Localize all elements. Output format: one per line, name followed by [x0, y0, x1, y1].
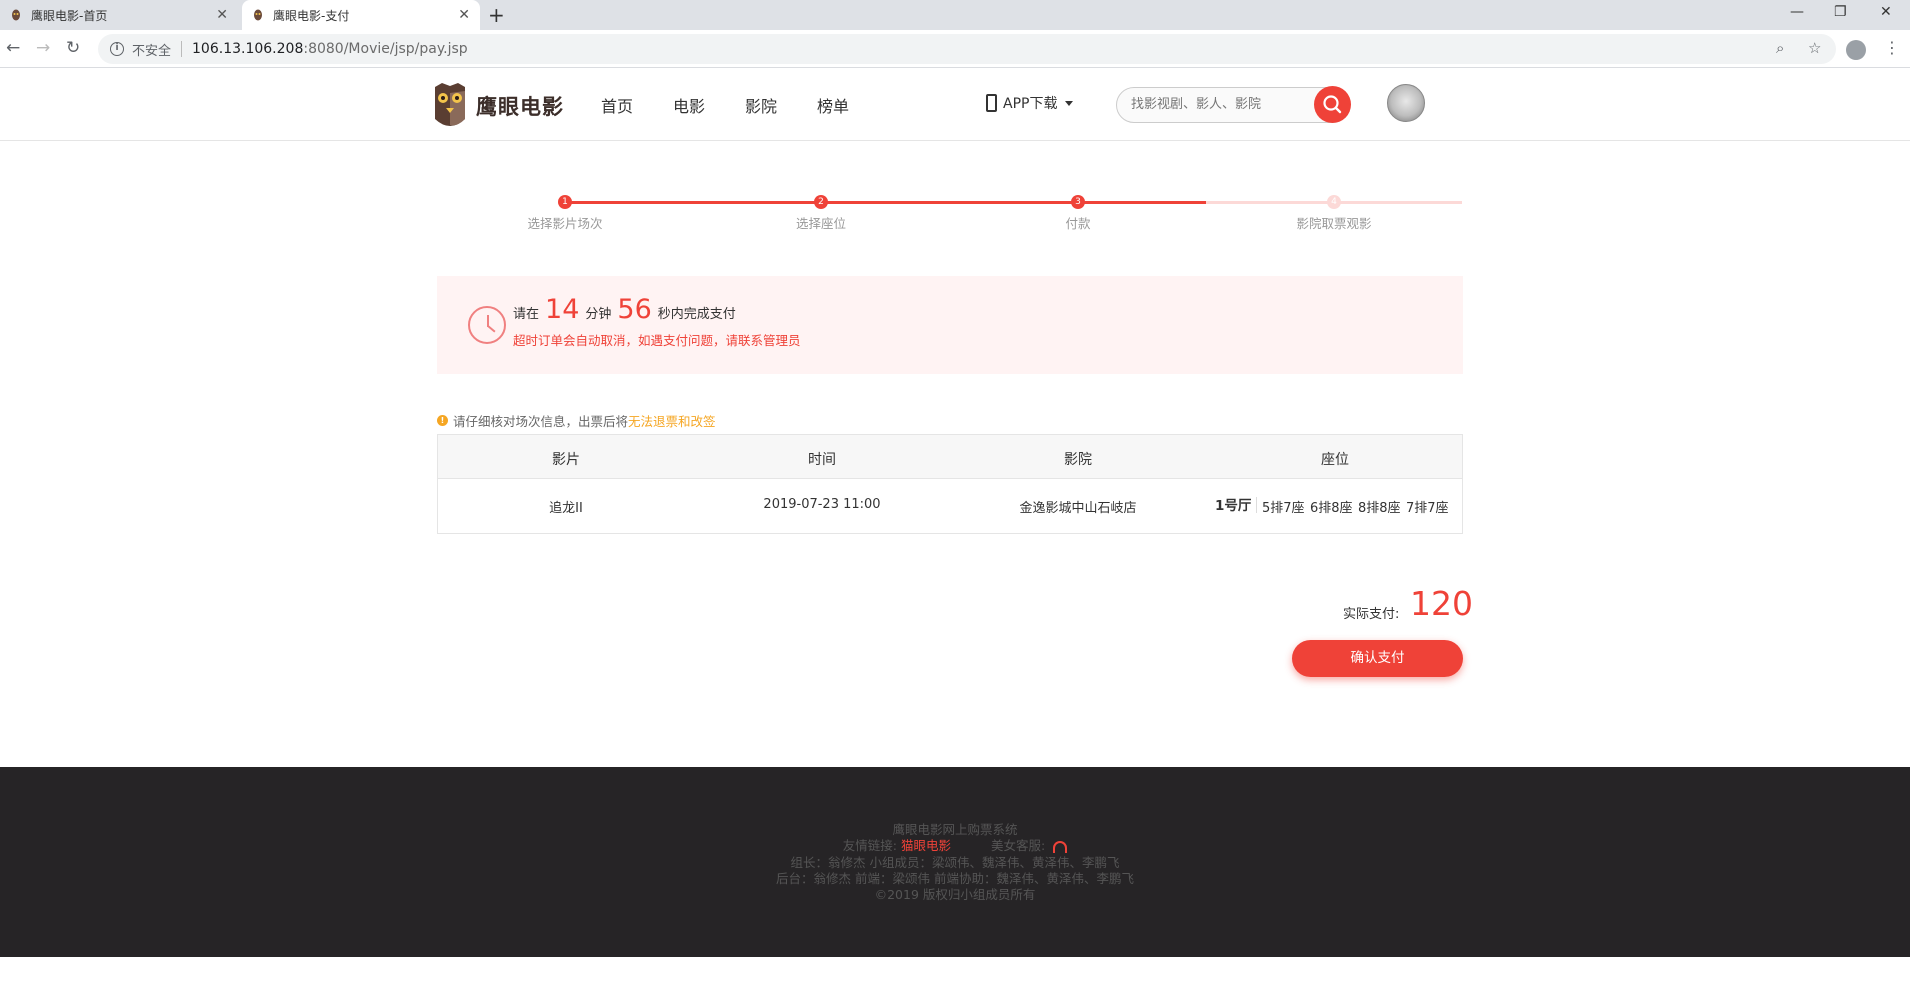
step-2-label: 选择座位 — [795, 216, 846, 231]
bookmark-star-icon[interactable]: ☆ — [1808, 39, 1821, 57]
confirm-pay-button[interactable]: 确认支付 — [1292, 640, 1463, 677]
zoom-icon[interactable]: ⌕ — [1776, 39, 1784, 57]
search-button[interactable] — [1314, 86, 1351, 123]
nav-item-movies[interactable]: 电影 — [673, 93, 705, 117]
countdown-prefix: 请在 — [513, 307, 540, 322]
divider — [181, 41, 183, 57]
search-input[interactable] — [1131, 97, 1291, 112]
browser-tab-pay[interactable]: 鹰眼电影-支付 ✕ — [242, 0, 480, 30]
url-host: 106.13.106.208 — [192, 41, 304, 57]
site-footer: 鹰眼电影网上购票系统 友情链接: 猫眼电影 美女客服: 组长：翁修杰 小组成员：… — [0, 767, 1910, 957]
back-icon[interactable]: ← — [6, 38, 20, 58]
notice-highlight: 无法退票和改签 — [628, 414, 716, 429]
app-download-label: APP下载 — [1003, 96, 1058, 112]
step-progress-line — [565, 201, 1206, 204]
step-3-label: 付款 — [1065, 216, 1091, 231]
total-label: 实际支付: — [1343, 607, 1400, 622]
new-tab-button[interactable]: + — [488, 3, 505, 27]
browser-tab-bar: 鹰眼电影-首页 ✕ 鹰眼电影-支付 ✕ + — ❐ ✕ — [0, 0, 1910, 30]
step-4-dot: 4 — [1327, 195, 1341, 209]
step-2-dot: 2 — [814, 195, 828, 209]
show-time: 2019-07-23 11:00 — [763, 497, 881, 512]
countdown-seconds: 56 — [617, 294, 652, 325]
reload-icon[interactable]: ↻ — [66, 38, 80, 58]
window-close-icon[interactable]: ✕ — [1880, 4, 1892, 20]
divider — [1256, 497, 1257, 513]
site-favicon-icon — [252, 9, 264, 21]
site-logo-text[interactable]: 鹰眼电影 — [476, 91, 564, 121]
site-favicon-icon — [10, 9, 22, 21]
column-header-cinema: 影院 — [1064, 452, 1092, 468]
caret-down-icon — [1065, 100, 1074, 106]
countdown-minutes: 14 — [545, 294, 580, 325]
seat-item: 8排8座 — [1358, 501, 1401, 516]
table-header: 影片 时间 影院 座位 — [438, 435, 1462, 479]
column-header-movie: 影片 — [552, 452, 580, 468]
user-avatar[interactable] — [1387, 84, 1425, 122]
cinema-name: 金逸影城中山石岐店 — [1019, 501, 1137, 516]
tab-close-icon[interactable]: ✕ — [216, 7, 228, 23]
progress-steps: 1 2 3 4 选择影片场次 选择座位 付款 影院取票观影 — [437, 190, 1463, 240]
url-path: :8080/Movie/jsp/pay.jsp — [303, 41, 468, 57]
browser-address-bar: ← → ↻ i 不安全 106.13.106.208 :8080/Movie/j… — [0, 30, 1910, 68]
total-amount: 120 — [1410, 584, 1473, 623]
hall-number: 1号厅 — [1215, 498, 1252, 514]
clock-icon — [468, 306, 506, 344]
warning-icon: ! — [437, 415, 448, 426]
search-icon — [1323, 95, 1342, 114]
column-header-seats: 座位 — [1321, 452, 1349, 468]
payment-timer-panel: 请在 14 分钟 56 秒内完成支付 超时订单会自动取消，如遇支付问题，请联系管… — [437, 276, 1463, 374]
forward-icon[interactable]: → — [36, 38, 50, 58]
step-1-label: 选择影片场次 — [527, 216, 603, 231]
nav-item-cinemas[interactable]: 影院 — [745, 93, 777, 117]
table-row: 追龙II 2019-07-23 11:00 金逸影城中山石岐店 1号厅 5排7座… — [438, 479, 1462, 534]
countdown-suffix: 秒内完成支付 — [657, 307, 736, 322]
movie-name: 追龙II — [549, 501, 583, 516]
browser-menu-icon[interactable]: ⋮ — [1884, 38, 1900, 57]
seat-item: 5排7座 — [1262, 501, 1305, 516]
step-3-dot: 3 — [1071, 195, 1085, 209]
browser-tab-title: 鹰眼电影-首页 — [31, 8, 108, 23]
info-icon[interactable]: i — [110, 42, 124, 56]
seat-item: 6排8座 — [1310, 501, 1353, 516]
phone-icon — [986, 94, 997, 112]
friend-link-maoyan[interactable]: 猫眼电影 — [901, 838, 951, 853]
countdown-minutes-unit: 分钟 — [585, 307, 612, 322]
order-table: 影片 时间 影院 座位 追龙II 2019-07-23 11:00 金逸影城中山… — [437, 434, 1463, 534]
app-download-menu[interactable]: APP下载 — [986, 93, 1074, 113]
step-1-dot: 1 — [558, 195, 572, 209]
step-4-label: 影院取票观影 — [1296, 216, 1372, 231]
minimize-icon[interactable]: — — [1790, 4, 1804, 20]
tab-close-icon[interactable]: ✕ — [458, 7, 470, 23]
nav-item-home[interactable]: 首页 — [601, 93, 633, 117]
browser-tab-home[interactable]: 鹰眼电影-首页 ✕ — [0, 0, 238, 30]
nav-item-rankings[interactable]: 榜单 — [817, 93, 849, 117]
seat-item: 7排7座 — [1406, 501, 1449, 516]
url-field[interactable]: i 不安全 106.13.106.208 :8080/Movie/jsp/pay… — [98, 34, 1836, 64]
restore-icon[interactable]: ❐ — [1834, 4, 1847, 20]
owl-logo-icon[interactable] — [432, 81, 468, 129]
headset-icon[interactable] — [1053, 840, 1068, 853]
countdown-text: 请在 14 分钟 56 秒内完成支付 — [513, 294, 736, 325]
security-label: 不安全 — [132, 43, 172, 59]
browser-profile-icon[interactable] — [1846, 40, 1866, 60]
footer-copyright: ©2019 版权归小组成员所有 — [874, 887, 1036, 902]
order-notice: ! 请仔细核对场次信息，出票后将 无法退票和改签 — [437, 411, 716, 430]
notice-text: 请仔细核对场次信息，出票后将 — [453, 414, 629, 429]
site-header: 鹰眼电影 首页 电影 影院 榜单 APP下载 — [0, 69, 1910, 141]
browser-tab-title: 鹰眼电影-支付 — [273, 8, 350, 23]
friend-link-label: 友情链接: — [842, 838, 898, 853]
column-header-time: 时间 — [808, 452, 836, 468]
timeout-warning: 超时订单会自动取消，如遇支付问题，请联系管理员 — [513, 333, 801, 348]
service-label: 美女客服: — [991, 838, 1046, 853]
